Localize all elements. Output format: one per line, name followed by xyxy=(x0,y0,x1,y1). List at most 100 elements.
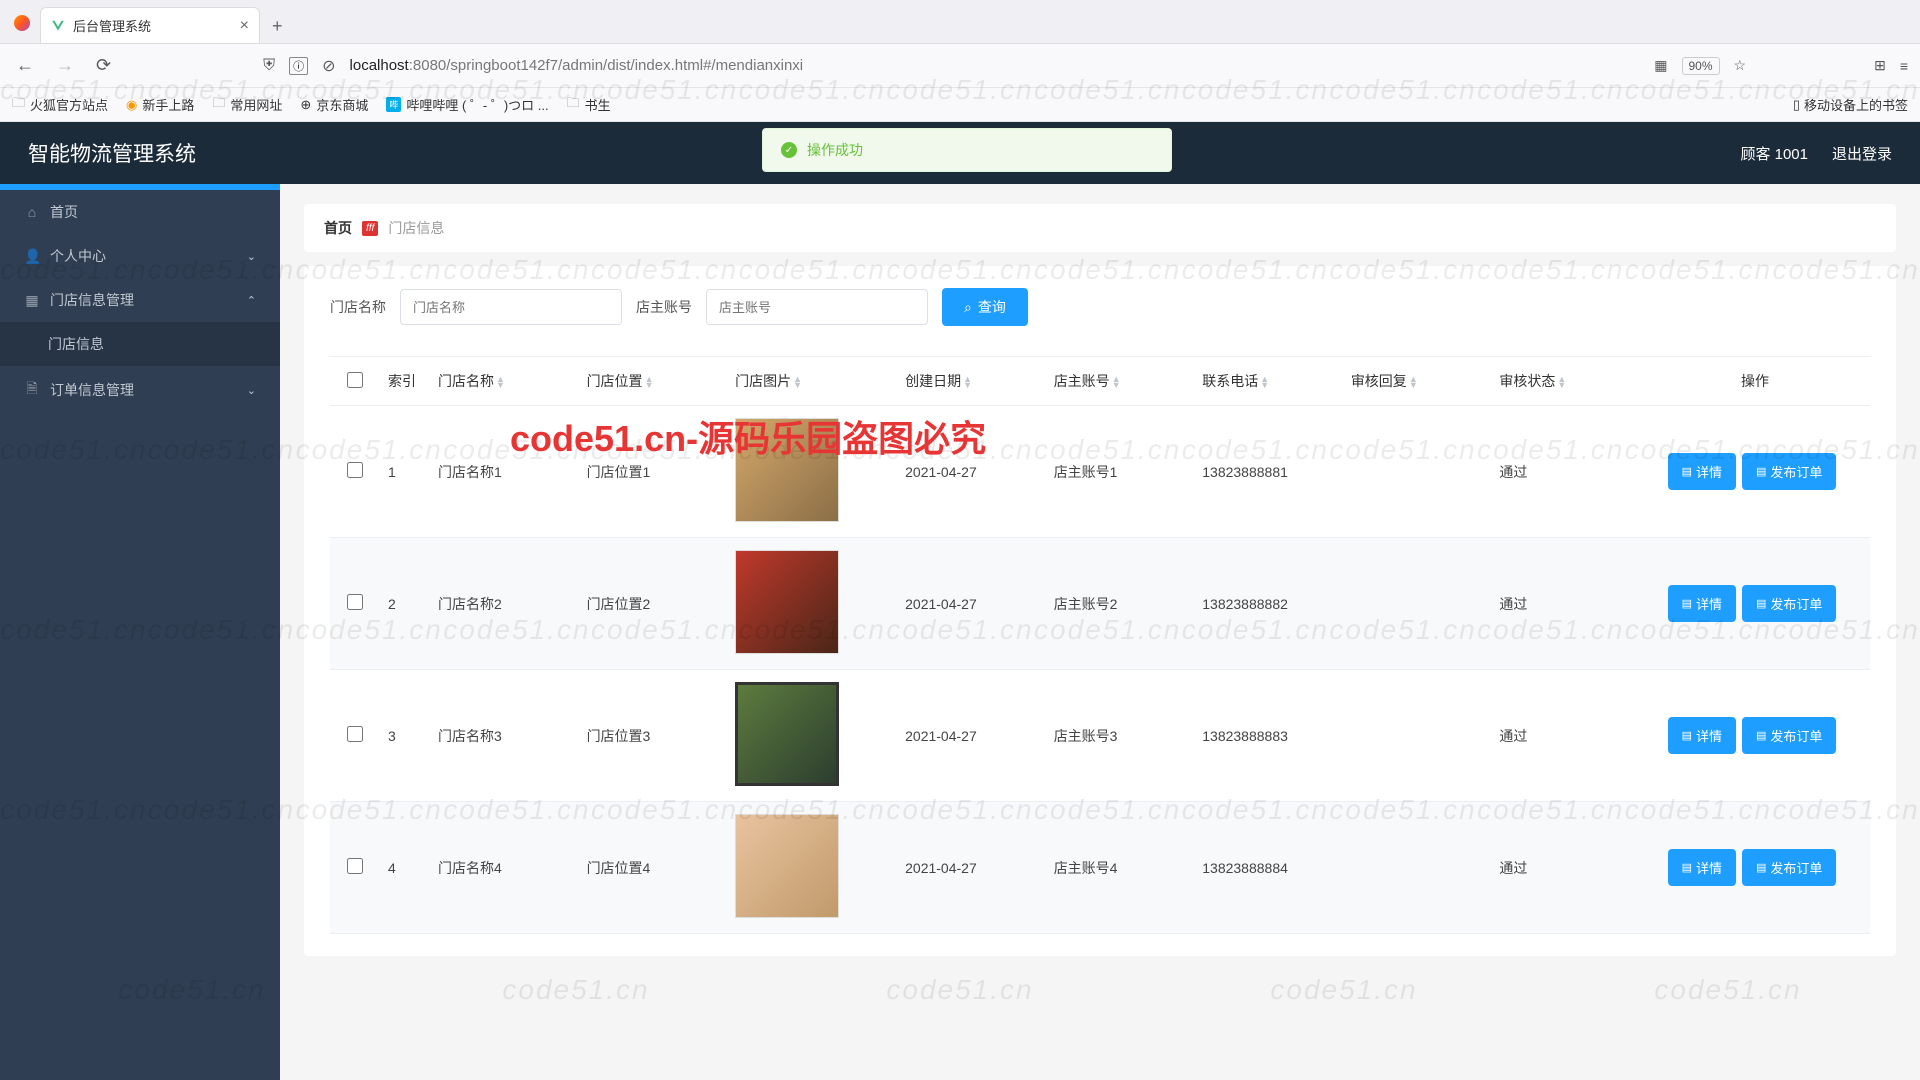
home-icon: ⌂ xyxy=(24,204,40,220)
mobile-bookmarks[interactable]: ▯移动设备上的书签 xyxy=(1793,95,1908,114)
firefox-icon: ◉ xyxy=(126,97,137,113)
store-image[interactable] xyxy=(735,814,839,918)
doc-icon: ▤ xyxy=(1756,861,1766,874)
filter-input-account[interactable] xyxy=(706,289,928,325)
forward-button[interactable]: → xyxy=(52,51,78,80)
store-image[interactable] xyxy=(735,550,839,654)
row-checkbox[interactable] xyxy=(347,594,363,610)
bookmark-item[interactable]: 🗀常用网址 xyxy=(212,94,282,116)
bookmarks-bar: 🗀火狐官方站点 ◉新手上路 🗀常用网址 ⊕京东商城 哔哔哩哔哩 ( ゜- ゜)つ… xyxy=(0,88,1920,122)
sort-icon: ▲▼ xyxy=(1112,376,1121,388)
cell-ops: ▤详情▤发布订单 xyxy=(1640,802,1870,934)
doc-icon: ▤ xyxy=(1682,861,1692,874)
table-row: 4门店名称4门店位置42021-04-27店主账号413823888884通过▤… xyxy=(330,802,1870,934)
cell-location: 门店位置4 xyxy=(579,802,728,934)
sidebar-item-store-info[interactable]: 门店信息 xyxy=(0,322,280,366)
store-image[interactable] xyxy=(735,418,839,522)
cell-ops: ▤详情▤发布订单 xyxy=(1640,670,1870,802)
col-date[interactable]: 创建日期▲▼ xyxy=(897,357,1046,406)
crumb-home[interactable]: 首页 xyxy=(324,218,352,238)
col-reply[interactable]: 审核回复▲▼ xyxy=(1343,357,1492,406)
bookmark-item[interactable]: 🗀火狐官方站点 xyxy=(12,94,108,116)
site-info-icon[interactable]: ⓘ xyxy=(289,57,308,75)
back-button[interactable]: ← xyxy=(12,51,38,80)
bilibili-icon: 哔 xyxy=(386,97,401,112)
row-checkbox[interactable] xyxy=(347,726,363,742)
cell-reply xyxy=(1343,538,1492,670)
sort-icon: ▲▼ xyxy=(1557,376,1566,388)
doc-icon: ▤ xyxy=(1682,597,1692,610)
col-location[interactable]: 门店位置▲▼ xyxy=(579,357,728,406)
bookmark-star-icon[interactable]: ☆ xyxy=(1734,57,1747,74)
publish-order-button[interactable]: ▤发布订单 xyxy=(1742,849,1836,886)
sidebar-item-profile[interactable]: 👤个人中心⌄ xyxy=(0,234,280,278)
doc-icon: ▤ xyxy=(1756,465,1766,478)
extensions-icon[interactable]: ⊞ xyxy=(1874,57,1886,74)
qr-icon[interactable]: ▦ xyxy=(1654,57,1667,74)
sort-icon: ▲▼ xyxy=(496,376,505,388)
cell-index: 3 xyxy=(380,670,430,802)
store-image[interactable] xyxy=(735,682,839,786)
search-button[interactable]: ⌕查询 xyxy=(942,288,1028,326)
vue-icon xyxy=(51,19,65,33)
user-icon: 👤 xyxy=(24,248,40,265)
cell-image xyxy=(727,802,897,934)
cell-date: 2021-04-27 xyxy=(897,802,1046,934)
col-name[interactable]: 门店名称▲▼ xyxy=(430,357,579,406)
zoom-indicator[interactable]: 90% xyxy=(1682,57,1720,75)
publish-order-button[interactable]: ▤发布订单 xyxy=(1742,717,1836,754)
col-index[interactable]: 索引 xyxy=(380,357,430,406)
breadcrumb: 首页 fff 门店信息 xyxy=(304,204,1896,252)
tab-title: 后台管理系统 xyxy=(73,16,151,35)
toast-text: 操作成功 xyxy=(807,140,863,160)
table-row: 3门店名称3门店位置32021-04-27店主账号313823888883通过▤… xyxy=(330,670,1870,802)
main-content: 首页 fff 门店信息 门店名称 店主账号 ⌕查询 索引 xyxy=(280,122,1920,1080)
col-tel[interactable]: 联系电话▲▼ xyxy=(1194,357,1343,406)
cell-tel: 13823888882 xyxy=(1194,538,1343,670)
success-toast: ✓ 操作成功 xyxy=(762,128,1172,172)
sort-icon: ▲▼ xyxy=(1260,376,1269,388)
publish-order-button[interactable]: ▤发布订单 xyxy=(1742,585,1836,622)
folder-icon: 🗀 xyxy=(567,94,580,116)
publish-order-button[interactable]: ▤发布订单 xyxy=(1742,453,1836,490)
cell-ops: ▤详情▤发布订单 xyxy=(1640,406,1870,538)
app-menu-icon[interactable]: ≡ xyxy=(1900,58,1908,74)
sidebar-item-store-mgmt[interactable]: ▦门店信息管理⌃ xyxy=(0,278,280,322)
bookmark-item[interactable]: 哔哔哩哔哩 ( ゜- ゜)つロ ... xyxy=(386,95,548,114)
reload-button[interactable]: ⟳ xyxy=(92,51,115,80)
sidebar-top-accent xyxy=(0,184,280,190)
permissions-icon[interactable]: ⊘ xyxy=(322,56,335,76)
detail-button[interactable]: ▤详情 xyxy=(1668,717,1736,754)
cell-image xyxy=(727,406,897,538)
logout-button[interactable]: 退出登录 xyxy=(1832,143,1892,164)
filter-input-name[interactable] xyxy=(400,289,622,325)
sort-icon: ▲▼ xyxy=(1409,376,1418,388)
bookmark-item[interactable]: 🗀书生 xyxy=(567,94,611,116)
chevron-up-icon: ⌃ xyxy=(247,294,256,307)
detail-button[interactable]: ▤详情 xyxy=(1668,453,1736,490)
sidebar-item-order-mgmt[interactable]: 🗎订单信息管理⌄ xyxy=(0,366,280,414)
detail-button[interactable]: ▤详情 xyxy=(1668,585,1736,622)
new-tab-button[interactable]: + xyxy=(260,10,295,43)
cell-index: 4 xyxy=(380,802,430,934)
crumb-current: 门店信息 xyxy=(388,218,444,238)
store-table: 索引 门店名称▲▼ 门店位置▲▼ 门店图片▲▼ 创建日期▲▼ 店主账号▲▼ 联系… xyxy=(330,356,1870,934)
cell-location: 门店位置2 xyxy=(579,538,728,670)
bookmark-item[interactable]: ◉新手上路 xyxy=(126,95,194,114)
sidebar: ⌂首页 👤个人中心⌄ ▦门店信息管理⌃ 门店信息 🗎订单信息管理⌄ xyxy=(0,122,280,1080)
detail-button[interactable]: ▤详情 xyxy=(1668,849,1736,886)
col-status[interactable]: 审核状态▲▼ xyxy=(1491,357,1640,406)
row-checkbox[interactable] xyxy=(347,858,363,874)
tracking-shield-icon[interactable]: ⛨ xyxy=(263,57,275,75)
row-checkbox[interactable] xyxy=(347,462,363,478)
tab-close-icon[interactable]: × xyxy=(240,17,249,35)
current-user[interactable]: 顾客 1001 xyxy=(1740,143,1808,164)
sidebar-item-home[interactable]: ⌂首页 xyxy=(0,190,280,234)
cell-status: 通过 xyxy=(1491,802,1640,934)
bookmark-item[interactable]: ⊕京东商城 xyxy=(300,95,368,114)
select-all-checkbox[interactable] xyxy=(347,372,363,388)
col-account[interactable]: 店主账号▲▼ xyxy=(1046,357,1195,406)
browser-tab[interactable]: 后台管理系统 × xyxy=(40,7,260,43)
col-image[interactable]: 门店图片▲▼ xyxy=(727,357,897,406)
url-input[interactable]: localhost:8080/springboot142f7/admin/dis… xyxy=(350,57,1641,74)
